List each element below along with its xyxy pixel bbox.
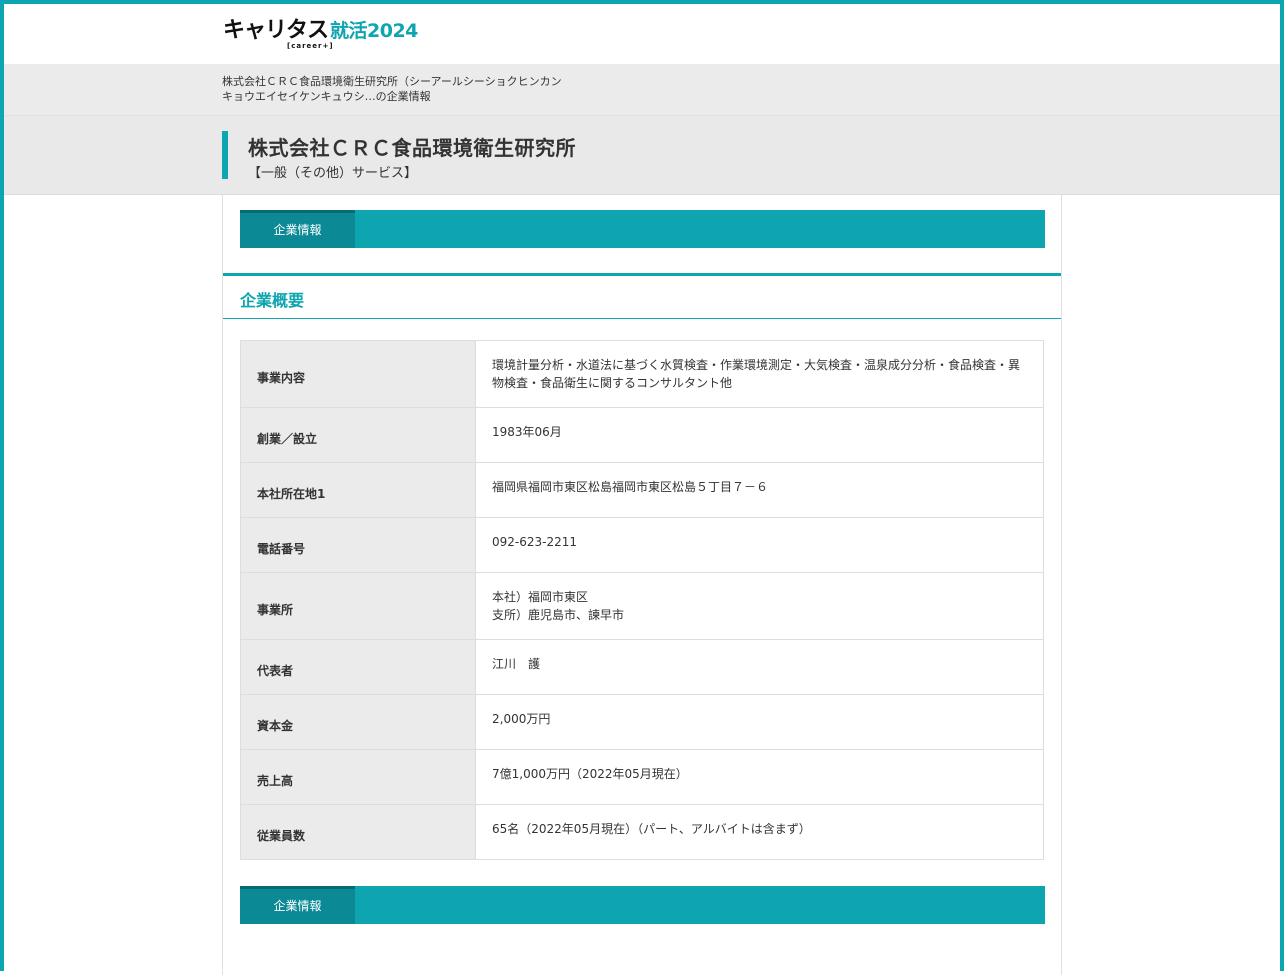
tab-company-info[interactable]: 企業情報: [240, 210, 355, 248]
row-label-text: 代表者: [257, 663, 294, 678]
breadcrumb-line-2: キョウエイセイケンキュウシ…の企業情報: [222, 90, 431, 103]
page-title: 株式会社ＣＲＣ食品環境衛生研究所: [248, 136, 576, 160]
row-value-line: 2,000万円: [492, 712, 551, 726]
row-label-text: 本社所在地1: [257, 486, 326, 501]
page-frame: キャリタス [career+] 就活2024 株式会社ＣＲＣ食品環境衛生研究所（…: [0, 0, 1284, 975]
table-row: 本社所在地1 福岡県福岡市東区松島福岡市東区松島５丁目７－６: [240, 462, 1044, 518]
row-label-text: 創業／設立: [257, 431, 318, 446]
breadcrumb-band: 株式会社ＣＲＣ食品環境衛生研究所（シーアールシーショクヒンカン キョウエイセイケ…: [4, 64, 1280, 116]
row-label-text: 従業員数: [257, 828, 306, 843]
row-label-text: 資本金: [257, 718, 294, 733]
title-accent-bar: [222, 131, 228, 179]
row-value: 7億1,000万円（2022年05月現在）: [475, 749, 1044, 805]
row-value: 本社）福岡市東区支所）鹿児島市、諫早市: [475, 572, 1044, 640]
industry-label: 【一般（その他）サービス】: [248, 166, 418, 181]
table-row: 代表者 江川 護: [240, 639, 1044, 695]
row-label: 事業内容: [240, 340, 476, 408]
table-row: 資本金 2,000万円: [240, 694, 1044, 750]
row-value-line: 環境計量分析・水道法に基づく水質検査・作業環境測定・大気検査・温泉成分分析・食品…: [492, 358, 1021, 372]
table-row: 事業内容 環境計量分析・水道法に基づく水質検査・作業環境測定・大気検査・温泉成分分…: [240, 340, 1044, 408]
company-title-band: 株式会社ＣＲＣ食品環境衛生研究所 【一般（その他）サービス】: [4, 116, 1280, 195]
table-row: 事業所 本社）福岡市東区支所）鹿児島市、諫早市: [240, 572, 1044, 640]
table-row: 従業員数 65名（2022年05月現在）（パート、アルバイトは含まず）: [240, 804, 1044, 860]
row-label: 売上高: [240, 749, 476, 805]
breadcrumb: 株式会社ＣＲＣ食品環境衛生研究所（シーアールシーショクヒンカン キョウエイセイケ…: [222, 74, 582, 104]
row-value-line: 福岡県福岡市東区松島福岡市東区松島５丁目７－６: [492, 480, 769, 494]
site-header: キャリタス [career+] 就活2024: [4, 4, 1280, 64]
row-value-line: 江川 護: [492, 657, 541, 671]
row-value: 環境計量分析・水道法に基づく水質検査・作業環境測定・大気検査・温泉成分分析・食品…: [475, 340, 1044, 408]
row-label: 創業／設立: [240, 407, 476, 463]
row-label: 代表者: [240, 639, 476, 695]
section-title: 企業概要: [240, 291, 305, 310]
row-label: 従業員数: [240, 804, 476, 860]
row-value-line: 物検査・食品衛生に関するコンサルタント他: [492, 376, 733, 390]
row-value: 65名（2022年05月現在）（パート、アルバイトは含まず）: [475, 804, 1044, 860]
site-logo[interactable]: キャリタス [career+] 就活2024: [223, 18, 418, 50]
company-info-table: 事業内容 環境計量分析・水道法に基づく水質検査・作業環境測定・大気検査・温泉成分分…: [240, 340, 1044, 860]
row-label-text: 事業所: [257, 602, 294, 617]
main-content: 企業情報 企業概要 事業内容 環境計量分析・水道法に基づく水質検査・作業環境測定・…: [222, 195, 1062, 975]
table-row: 売上高 7億1,000万円（2022年05月現在）: [240, 749, 1044, 805]
row-value-line: 092-623-2211: [492, 535, 578, 549]
logo-main-text: キャリタス: [223, 18, 329, 43]
row-label-text: 電話番号: [257, 541, 306, 556]
table-row: 電話番号 092-623-2211: [240, 517, 1044, 573]
row-label-text: 事業内容: [257, 370, 306, 385]
row-value-line: 1983年06月: [492, 425, 562, 439]
row-value: 江川 護: [475, 639, 1044, 695]
row-label: 資本金: [240, 694, 476, 750]
breadcrumb-line-1: 株式会社ＣＲＣ食品環境衛生研究所（シーアールシーショクヒンカン: [222, 75, 562, 88]
logo-sub-text: [career+]: [287, 42, 334, 50]
tab-company-info-bottom[interactable]: 企業情報: [240, 886, 355, 924]
row-value-line: 65名（2022年05月現在）（パート、アルバイトは含まず）: [492, 822, 811, 836]
section-header: 企業概要: [223, 273, 1061, 319]
row-value: 2,000万円: [475, 694, 1044, 750]
row-value: 福岡県福岡市東区松島福岡市東区松島５丁目７－６: [475, 462, 1044, 518]
table-row: 創業／設立 1983年06月: [240, 407, 1044, 463]
row-label: 本社所在地1: [240, 462, 476, 518]
row-label: 事業所: [240, 572, 476, 640]
row-value-line: 7億1,000万円（2022年05月現在）: [492, 767, 688, 781]
row-value-line: 支所）鹿児島市、諫早市: [492, 608, 625, 622]
row-label: 電話番号: [240, 517, 476, 573]
tab-bar-bottom: 企業情報: [240, 886, 1045, 924]
logo-accent-text: 就活2024: [330, 20, 418, 42]
row-value: 092-623-2211: [475, 517, 1044, 573]
row-value: 1983年06月: [475, 407, 1044, 463]
row-value-line: 本社）福岡市東区: [492, 590, 589, 604]
row-label-text: 売上高: [257, 773, 294, 788]
tab-bar-top: 企業情報: [240, 210, 1045, 248]
